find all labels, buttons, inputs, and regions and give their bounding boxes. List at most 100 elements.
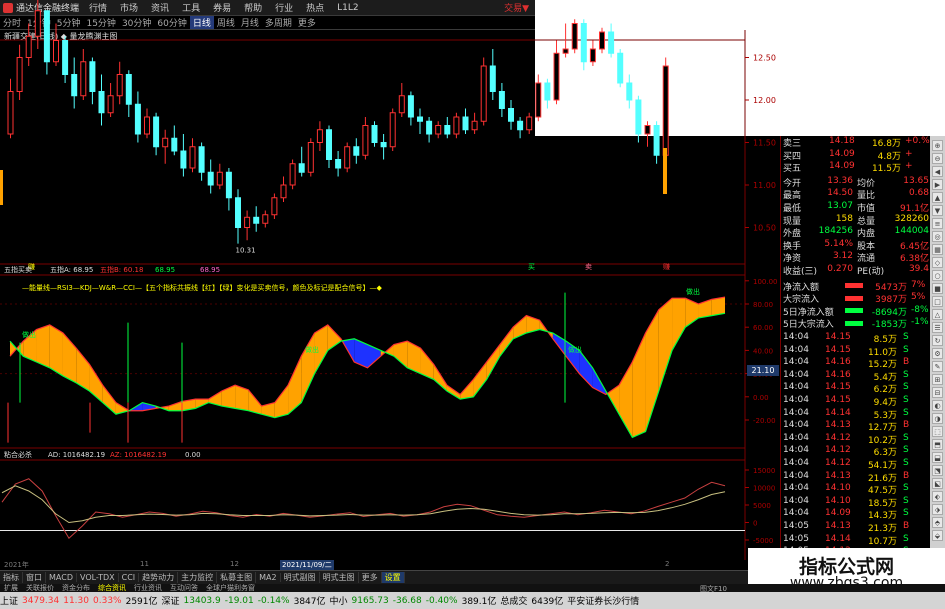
candle-body [571,23,578,50]
side-tool-icon[interactable]: ⊞ [932,374,943,385]
stat-label: 净资 [783,254,802,265]
tick-row: 14:04 14.10 47.5万 S [781,483,931,496]
candle [298,146,305,177]
flow-value: -1853万 [871,320,907,331]
osc-y-tick-label: 40.00 [753,347,773,355]
candle [462,108,469,134]
side-tool-icon[interactable]: ⬗ [932,504,943,515]
candle-body [244,216,251,229]
side-tool-icon[interactable]: ⊟ [932,387,943,398]
side-tool-icon[interactable]: ⊖ [932,153,943,164]
tick-volume: 11.0万 [867,347,897,358]
candle-body [80,61,87,97]
side-tool-icon[interactable]: ○ [932,270,943,281]
osc-band-segment [49,324,63,376]
side-tool-icon[interactable]: ▲ [932,192,943,203]
candle-body [389,112,396,148]
indicator-button[interactable]: 更多 [359,572,382,583]
cursor-value-label: 21.10 [747,365,779,376]
side-tool-icon[interactable]: ⊕ [932,140,943,151]
side-tool-icon[interactable]: □ [932,296,943,307]
candle-body [253,216,260,224]
candle [16,44,23,100]
ad-y-tick-label: 5000 [753,502,771,510]
side-tool-icon[interactable]: ☰ [932,322,943,333]
tick-price: 14.12 [825,458,851,468]
candle-body [198,146,205,173]
candle-body [180,150,187,169]
candle-body [162,137,169,148]
indicator-button[interactable]: VOL-TDX [77,573,119,582]
candle [380,134,387,160]
side-tool-icon[interactable]: ▼ [932,205,943,216]
indicator-button[interactable]: 趋势动力 [139,572,179,583]
tick-side: B [903,521,910,531]
osc-mark-label: 做出 [305,345,319,354]
side-tool-icon[interactable]: △ [932,309,943,320]
tick-time: 14:04 [783,344,809,355]
indicator-button[interactable]: MA2 [256,573,281,582]
indicator-button[interactable]: 私募主图 [217,572,257,583]
tick-volume: 15.2万 [867,360,897,371]
stat-label: 现量 [783,216,802,227]
side-tool-icon[interactable]: ⬕ [932,478,943,489]
tick-volume: 18.5万 [867,498,897,509]
side-tool-icon[interactable]: ◐ [932,400,943,411]
candle [98,74,105,126]
info-tab[interactable]: 互动问答 [166,584,202,592]
tick-volume: 12.7万 [867,423,897,434]
side-tool-icon[interactable]: ≡ [932,218,943,229]
side-tool-icon[interactable]: ◎ [932,231,943,242]
stat-value: 5.14% [824,238,853,249]
side-tool-icon[interactable]: ◀ [932,166,943,177]
f10-button[interactable]: 图文F10 [700,584,727,594]
info-tab[interactable]: 全球户猫利务窗 [202,584,259,592]
side-tool-icon[interactable]: ✎ [932,361,943,372]
side-tool-icon[interactable]: ▦ [932,244,943,255]
info-tab[interactable]: 行业资讯 [130,584,166,592]
order-level-volume: 16.8万 [871,139,901,149]
side-tool-icon[interactable]: ⬙ [932,530,943,541]
side-tool-icon[interactable]: ⬔ [932,465,943,476]
candle-body [644,125,651,135]
side-tool-icon[interactable]: ⬘ [932,517,943,528]
info-tab[interactable]: 综合资讯 [94,584,130,592]
order-level-tag: + [905,161,913,172]
candle [244,210,251,241]
indicator-button[interactable]: 窗口 [23,572,46,583]
info-tab[interactable]: 资金分布 [58,584,94,592]
info-tab[interactable]: 扩展 [0,584,22,592]
indicator-button[interactable]: MACD [46,573,77,582]
side-tool-icon[interactable]: ⚙ [932,348,943,359]
side-tool-icon[interactable]: ⬚ [932,426,943,437]
side-tool-icon[interactable]: ⬓ [932,452,943,463]
side-tool-icon[interactable]: ◑ [932,413,943,424]
info-tab[interactable]: 关联报价 [22,584,58,592]
indicator-button[interactable]: CCI [119,573,140,582]
indicator-button[interactable]: 设置 [381,572,405,583]
status-zx-amt: 389.1亿 [461,597,497,607]
side-tool-icon[interactable]: ■ [932,283,943,294]
candle [426,117,433,143]
side-tool-icon[interactable]: ⬖ [932,491,943,502]
side-tool-icon[interactable]: ⬒ [932,439,943,450]
indicator-button[interactable]: 明式副图 [281,572,320,583]
side-tool-icon[interactable]: ↻ [932,335,943,346]
tick-time: 14:05 [783,533,809,544]
tick-time: 14:04 [783,395,809,405]
osc-band-segment [274,385,289,418]
side-tool-icon[interactable]: ◇ [932,257,943,268]
indicator-button[interactable]: 主力监控 [178,572,218,583]
osc-legend: —能量线—RSI3—KDJ—W&R—CCI—【五个指标共振线【红】【绿】变化是买… [22,283,382,292]
candle-body [398,95,405,114]
candle [253,206,260,232]
flow-label: 5日大宗流入 [783,320,834,331]
indicator-button[interactable]: 明式主图 [320,572,359,583]
tick-volume: 10.2万 [867,435,897,446]
candle [180,134,187,177]
order-level-tag: + [905,148,913,159]
side-tool-icon[interactable]: ▶ [932,179,943,190]
tick-side: S [903,344,909,355]
indicator-button[interactable]: 指标 [0,572,23,583]
chart-canvas[interactable]: 12.5012.0011.5011.0010.5010.31赚买卖赚五指买卖 五指… [0,0,780,570]
